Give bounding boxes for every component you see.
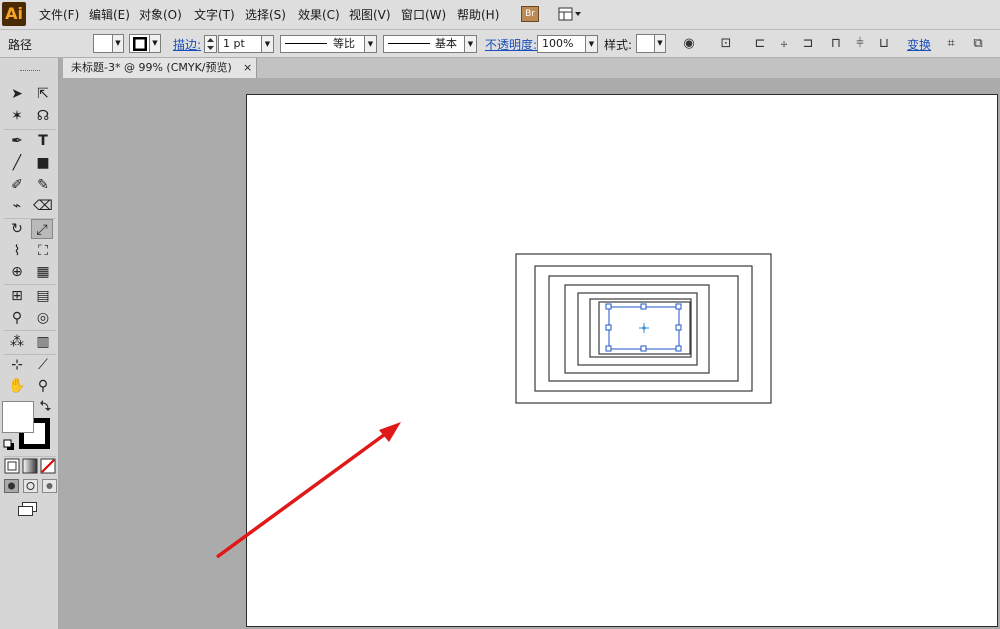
selection-handle[interactable] [605, 324, 612, 331]
selection-handle[interactable] [640, 303, 647, 310]
reference-point-icon[interactable] [639, 323, 649, 333]
selection-handle[interactable] [675, 303, 682, 310]
selection-handle[interactable] [675, 345, 682, 352]
selection-handle[interactable] [675, 324, 682, 331]
concentric-rectangle[interactable] [564, 284, 710, 374]
selection-handle[interactable] [605, 345, 612, 352]
red-arrow-annotation [215, 422, 401, 559]
selection-bounding-box[interactable] [605, 303, 682, 352]
artwork-layer [215, 253, 772, 559]
selection-handle[interactable] [605, 303, 612, 310]
selection-handle[interactable] [640, 345, 647, 352]
